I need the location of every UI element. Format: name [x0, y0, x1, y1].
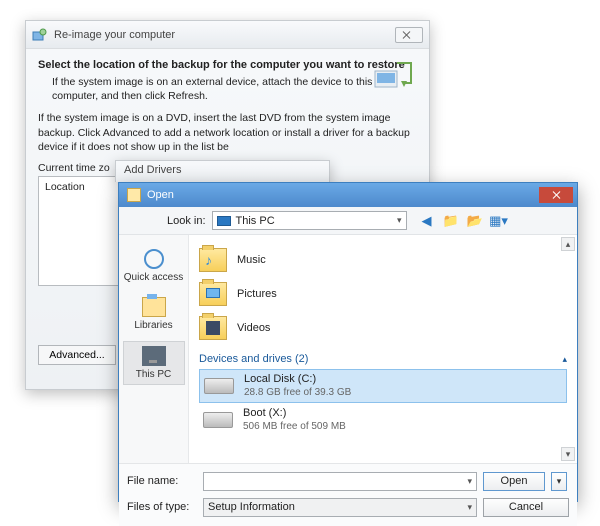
scroll-up-button[interactable]: ▴: [561, 237, 575, 251]
reimage-para2: If the system image is on a DVD, insert …: [38, 111, 417, 154]
open-title: Open: [147, 189, 539, 201]
chevron-down-icon: ▾: [397, 215, 402, 226]
view-menu-icon[interactable]: ▦▾: [491, 213, 507, 229]
open-titlebar[interactable]: Open: [119, 183, 577, 207]
places-bar: Quick access Libraries This PC: [119, 235, 189, 463]
scroll-down-button[interactable]: ▾: [561, 447, 575, 461]
drive-free-space: 506 MB free of 509 MB: [243, 421, 346, 433]
file-list[interactable]: ▴ ♪ Music Pictures Videos Devices and dr…: [189, 235, 577, 463]
music-folder-icon: ♪: [199, 248, 227, 272]
section-label: Devices and drives (2): [199, 353, 308, 365]
place-label: Quick access: [124, 272, 183, 283]
up-one-level-icon[interactable]: 📁: [443, 213, 459, 229]
restore-illustration-icon: [371, 57, 415, 97]
grid-column-location: Location: [45, 181, 85, 193]
filetype-dropdown[interactable]: Setup Information ▾: [203, 498, 477, 517]
cancel-button[interactable]: Cancel: [483, 498, 569, 517]
this-pc-icon: [217, 216, 231, 226]
lookin-value: This PC: [236, 215, 275, 227]
drive-boot-x[interactable]: Boot (X:) 506 MB free of 509 MB: [199, 403, 567, 437]
back-icon[interactable]: ◀: [419, 213, 435, 229]
libraries-icon: [142, 297, 166, 317]
place-quick-access[interactable]: Quick access: [123, 245, 185, 287]
filetype-value: Setup Information: [208, 501, 295, 513]
folder-label: Music: [237, 254, 266, 266]
folder-pictures[interactable]: Pictures: [199, 277, 567, 311]
hard-drive-icon: [204, 378, 234, 394]
chevron-down-icon: ▾: [467, 476, 472, 487]
drive-name: Boot (X:): [243, 407, 346, 420]
folder-label: Pictures: [237, 288, 277, 300]
reimage-titlebar[interactable]: Re-image your computer: [26, 21, 429, 49]
advanced-button[interactable]: Advanced...: [38, 345, 116, 365]
toolbar-icons: ◀ 📁 📂 ▦▾: [419, 213, 507, 229]
drive-name: Local Disk (C:): [244, 373, 351, 386]
drive-free-space: 28.8 GB free of 39.3 GB: [244, 387, 351, 399]
open-body: Quick access Libraries This PC ▴ ♪ Music…: [119, 235, 577, 463]
place-label: Libraries: [134, 320, 172, 331]
reimage-heading: Select the location of the backup for th…: [38, 59, 417, 71]
lookin-label: Look in:: [167, 215, 206, 227]
filetype-label: Files of type:: [127, 501, 197, 513]
folder-music[interactable]: ♪ Music: [199, 243, 567, 277]
devices-section-header[interactable]: Devices and drives (2) ▴: [199, 353, 567, 365]
open-split-button[interactable]: [551, 472, 567, 491]
open-toolbar: Look in: This PC ▾ ◀ 📁 📂 ▦▾: [119, 207, 577, 235]
place-label: This PC: [136, 369, 172, 380]
chevron-up-icon: ▴: [562, 354, 567, 365]
open-app-icon: [127, 188, 141, 202]
folder-videos[interactable]: Videos: [199, 311, 567, 345]
this-pc-icon: [142, 346, 166, 366]
add-drivers-window: Add Drivers: [115, 160, 330, 182]
hard-drive-icon: [203, 412, 233, 428]
reimage-close-button[interactable]: [395, 27, 423, 43]
reimage-app-icon: [32, 28, 48, 42]
open-dialog: Open Look in: This PC ▾ ◀ 📁 📂 ▦▾ Quick a…: [118, 182, 578, 502]
open-footer: File name: ▾ Open Files of type: Setup I…: [119, 463, 577, 526]
chevron-down-icon: ▾: [467, 502, 472, 513]
filename-input[interactable]: ▾: [203, 472, 477, 491]
videos-folder-icon: [199, 316, 227, 340]
quick-access-icon: [142, 249, 166, 269]
drive-local-disk-c[interactable]: Local Disk (C:) 28.8 GB free of 39.3 GB: [199, 369, 567, 403]
open-button[interactable]: Open: [483, 472, 545, 491]
reimage-para1: If the system image is on an external de…: [52, 75, 417, 103]
place-this-pc[interactable]: This PC: [123, 341, 185, 385]
new-folder-icon[interactable]: 📂: [467, 213, 483, 229]
folder-label: Videos: [237, 322, 270, 334]
add-drivers-title: Add Drivers: [124, 164, 181, 176]
pictures-folder-icon: [199, 282, 227, 306]
filename-label: File name:: [127, 475, 197, 487]
open-close-button[interactable]: [539, 187, 573, 203]
lookin-dropdown[interactable]: This PC ▾: [212, 211, 407, 230]
place-libraries[interactable]: Libraries: [123, 293, 185, 335]
reimage-title: Re-image your computer: [54, 29, 389, 41]
